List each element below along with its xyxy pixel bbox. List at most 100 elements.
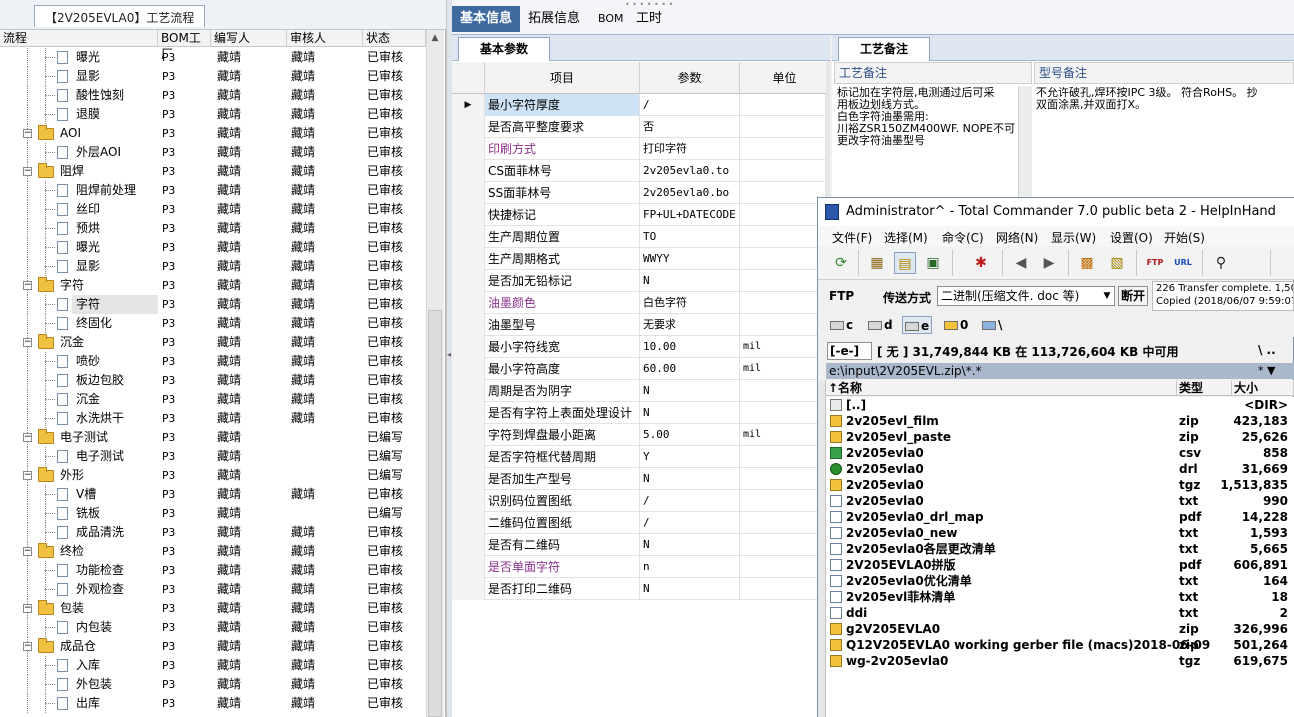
tree-row[interactable]: 内包装 P3 藏靖 藏靖 已审核 [0, 618, 426, 637]
col-header-item[interactable]: 项目 [485, 62, 640, 94]
col-header-status[interactable]: 状态 [363, 30, 426, 47]
collapse-icon[interactable]: − [23, 471, 32, 480]
col-header-size[interactable]: 大小 [1232, 380, 1294, 396]
tree-row[interactable]: − 沉金 P3 藏靖 藏靖 已审核 [0, 333, 426, 352]
forward-arrow-icon[interactable]: ▶ [1038, 252, 1060, 274]
param-value-cell[interactable]: N [640, 468, 740, 490]
model-notes-text[interactable]: 不允许破孔,焊环按IPC 3级。 符合RoHS。 抄 双面涂黑,并双面打X。 [1036, 87, 1294, 111]
collapse-icon[interactable]: − [23, 547, 32, 556]
chevron-down-icon[interactable]: ▼ [1100, 287, 1114, 305]
param-row[interactable]: 是否字符框代替周期 Y [452, 446, 826, 468]
root-parent-buttons[interactable]: \ .. [1258, 343, 1276, 357]
param-value-cell[interactable]: N [640, 380, 740, 402]
tab-basic-info[interactable]: 基本信息 [452, 6, 521, 32]
tree-row[interactable]: V槽 P3 藏靖 藏靖 已审核 [0, 485, 426, 504]
file-row[interactable]: 2v205evla0_drl_map pdf 14,228 [826, 509, 1294, 525]
tree-row[interactable]: − 电子测试 P3 藏靖 已编写 [0, 428, 426, 447]
file-row[interactable]: 2v205evla0各层更改清单 txt 5,665 [826, 541, 1294, 557]
param-row[interactable]: 是否高平整度要求否 [452, 116, 826, 138]
param-value-cell[interactable]: N [640, 578, 740, 600]
refresh-icon[interactable]: ⟳ [830, 252, 852, 274]
params-scrollbar[interactable] [826, 62, 830, 202]
tree-row[interactable]: 喷砂 P3 藏靖 藏靖 已审核 [0, 352, 426, 371]
tab-bom[interactable]: BOM [590, 6, 632, 32]
tree-row[interactable]: 入库 P3 藏靖 藏靖 已审核 [0, 656, 426, 675]
tree-scroll-thumb[interactable] [428, 310, 442, 717]
tree-row[interactable]: 功能检查 P3 藏靖 藏靖 已审核 [0, 561, 426, 580]
param-row[interactable]: 快捷标记 FP+UL+DATECODE [452, 204, 826, 226]
subtab-process-notes[interactable]: 工艺备注 [838, 37, 930, 61]
drive-0-button[interactable]: 0 [944, 316, 968, 334]
param-value-cell[interactable]: 2v205evla0.bo [640, 182, 740, 204]
collapse-icon[interactable]: − [23, 167, 32, 176]
param-value-cell[interactable]: 2v205evla0.to [640, 160, 740, 182]
scroll-up-arrow-icon[interactable]: ▲ [430, 33, 440, 43]
tree-row[interactable]: 外观检查 P3 藏靖 藏靖 已审核 [0, 580, 426, 599]
file-row[interactable]: 2v205evl_paste zip 25,626 [826, 429, 1294, 445]
col-header-editor[interactable]: 编写人 [211, 30, 287, 47]
param-value-cell[interactable]: Y [640, 446, 740, 468]
disconnect-button[interactable]: 断开 [1118, 286, 1148, 306]
collapse-icon[interactable]: − [23, 338, 32, 347]
file-row[interactable]: 2v205evla0 tgz 1,513,835 [826, 477, 1294, 493]
col-header-process[interactable]: 流程 [0, 30, 158, 47]
ftp-log[interactable]: 226 Transfer complete. 1,509 Copied (201… [1152, 281, 1294, 311]
param-row[interactable]: 识别码位置图纸 / [452, 490, 826, 512]
param-value-cell[interactable]: N [640, 270, 740, 292]
col-header-param[interactable]: 参数 [640, 62, 740, 94]
param-value-cell[interactable]: / [640, 512, 740, 534]
param-value-cell[interactable]: FP+UL+DATECODE [640, 204, 740, 226]
param-row[interactable]: ▶ 最小字符厚度 / [452, 94, 826, 116]
network-drive-button[interactable]: \ [982, 316, 1002, 334]
param-row[interactable]: SS面菲林号 2v205evla0.bo [452, 182, 826, 204]
menu-select[interactable]: 选择(M) [884, 229, 928, 246]
file-row[interactable]: 2v205evla0 txt 990 [826, 493, 1294, 509]
param-value-cell[interactable]: 否 [640, 116, 740, 138]
menu-file[interactable]: 文件(F) [832, 229, 872, 246]
tree-row[interactable]: 阻焊前处理 P3 藏靖 藏靖 已审核 [0, 181, 426, 200]
param-value-cell[interactable]: N [640, 402, 740, 424]
tree-row[interactable]: 退膜 P3 藏靖 藏靖 已审核 [0, 105, 426, 124]
tree-row[interactable]: 显影 P3 藏靖 藏靖 已审核 [0, 67, 426, 86]
param-row[interactable]: CS面菲林号 2v205evla0.to [452, 160, 826, 182]
tree-row[interactable]: 曝光 P3 藏靖 藏靖 已审核 [0, 48, 426, 67]
file-row[interactable]: 2v205evla0优化清单 txt 164 [826, 573, 1294, 589]
file-row[interactable]: 2v205evla0 csv 858 [826, 445, 1294, 461]
tree-row[interactable]: 出库 P3 藏靖 藏靖 已审核 [0, 694, 426, 713]
tree-row[interactable]: − 字符 P3 藏靖 藏靖 已审核 [0, 276, 426, 295]
notes-scrollbar[interactable] [1018, 86, 1032, 198]
invert-selection-icon[interactable]: ✱ [970, 252, 992, 274]
file-row[interactable]: wg-2v205evla0 tgz 619,675 [826, 653, 1294, 669]
collapse-icon[interactable]: − [23, 642, 32, 651]
param-value-cell[interactable]: 10.00 [640, 336, 740, 358]
tree-row[interactable]: − AOI P3 藏靖 藏靖 已审核 [0, 124, 426, 143]
param-value-cell[interactable]: / [640, 490, 740, 512]
collapse-icon[interactable]: − [23, 604, 32, 613]
full-view-icon[interactable]: ▤ [894, 252, 916, 274]
tree-row[interactable]: 丝印 P3 藏靖 藏靖 已审核 [0, 200, 426, 219]
param-value-cell[interactable]: WWYY [640, 248, 740, 270]
drive-c-button[interactable]: c [830, 316, 853, 334]
col-header-bom[interactable]: BOM工厂 [158, 30, 211, 61]
menu-start[interactable]: 开始(S) [1164, 229, 1205, 246]
param-row[interactable]: 最小字符线宽 10.00 mil [452, 336, 826, 358]
tree-row[interactable]: − 包装 P3 藏靖 藏靖 已审核 [0, 599, 426, 618]
menu-command[interactable]: 命令(C) [942, 229, 984, 246]
param-row[interactable]: 周期是否为阴字 N [452, 380, 826, 402]
col-header-name[interactable]: ↑名称 [826, 380, 1177, 396]
tree-row[interactable]: 成品清洗 P3 藏靖 藏靖 已审核 [0, 523, 426, 542]
process-title-tab[interactable]: 【2V205EVLA0】工艺流程 [34, 5, 206, 27]
param-value-cell[interactable]: TO [640, 226, 740, 248]
param-row[interactable]: 字符到焊盘最小距离 5.00 mil [452, 424, 826, 446]
collapse-icon[interactable]: − [23, 281, 32, 290]
param-row[interactable]: 油墨型号 无要求 [452, 314, 826, 336]
tree-row[interactable]: 预烘 P3 藏靖 藏靖 已审核 [0, 219, 426, 238]
back-arrow-icon[interactable]: ◀ [1010, 252, 1032, 274]
param-value-cell[interactable]: n [640, 556, 740, 578]
tree-row[interactable]: 电子测试 P3 藏靖 已编写 [0, 447, 426, 466]
path-history-buttons[interactable]: * ▼ [1258, 363, 1275, 379]
url-connect-icon[interactable]: URL [1172, 252, 1194, 274]
unpack-files-icon[interactable]: ▧ [1106, 252, 1128, 274]
tree-row[interactable]: 曝光 P3 藏靖 藏靖 已审核 [0, 238, 426, 257]
param-row[interactable]: 是否加生产型号 N [452, 468, 826, 490]
